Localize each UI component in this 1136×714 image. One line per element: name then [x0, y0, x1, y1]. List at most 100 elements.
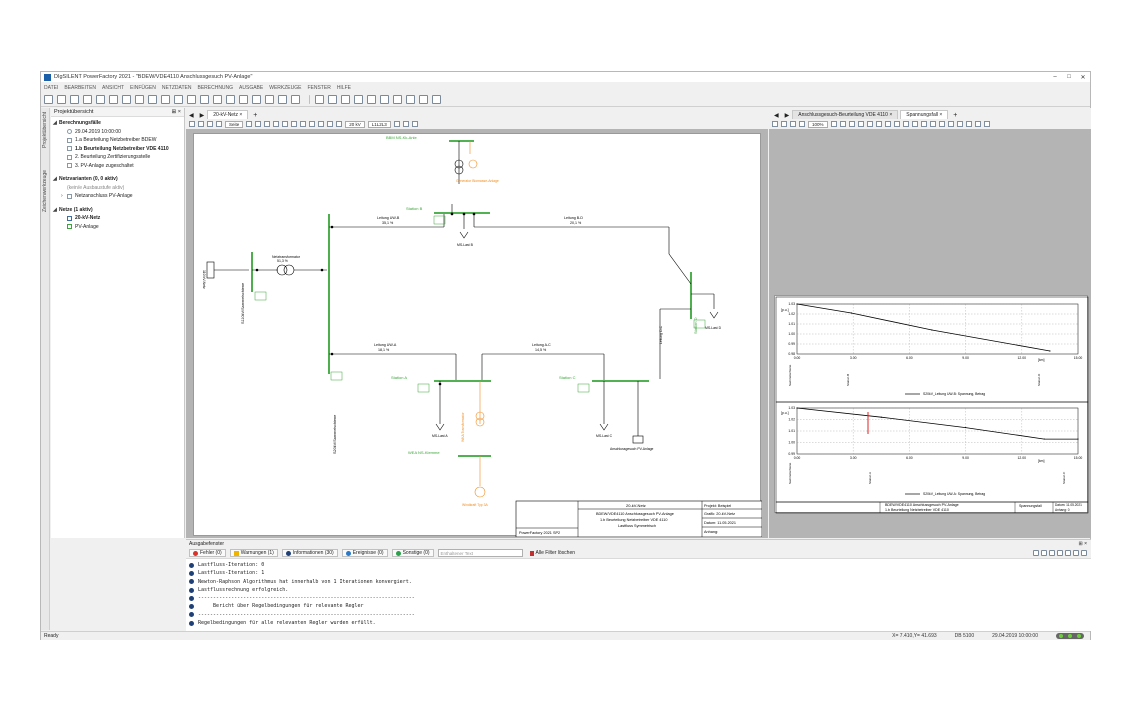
- menu-bearbeiten[interactable]: BEARBEITEN: [64, 85, 96, 91]
- report-icon[interactable]: [1057, 550, 1063, 556]
- scale-icon[interactable]: [911, 121, 918, 127]
- undo-icon[interactable]: [252, 95, 261, 104]
- pan-icon[interactable]: [839, 121, 846, 127]
- clock-icon[interactable]: [96, 95, 105, 104]
- plot-icon[interactable]: [341, 95, 350, 104]
- breaker-dot[interactable]: [438, 382, 442, 386]
- tree-nets-header[interactable]: ◢ Netze (1 aktiv): [53, 206, 184, 215]
- page-select[interactable]: Seite: [225, 120, 244, 128]
- grid-icon[interactable]: [57, 95, 66, 104]
- zoom-out-icon[interactable]: [216, 121, 222, 127]
- minimize-button[interactable]: –: [1048, 74, 1062, 80]
- data-manager-icon[interactable]: [70, 95, 79, 104]
- menu-einfuegen[interactable]: EINFÜGEN: [130, 85, 156, 91]
- chart-icon[interactable]: [866, 121, 873, 127]
- layers-icon[interactable]: [327, 121, 334, 127]
- tab-zeichenwerkzeuge[interactable]: Zeichenwerkzeuge: [42, 170, 48, 212]
- menu-werkzeuge[interactable]: WERKZEUGE: [269, 85, 301, 91]
- save-icon[interactable]: [1041, 550, 1047, 556]
- bulb-icon[interactable]: [419, 95, 428, 104]
- filter-warnings-button[interactable]: Warnungen (1): [229, 549, 278, 557]
- stop-icon[interactable]: [226, 95, 235, 104]
- tree-net-item[interactable]: PV-Anlage: [53, 223, 184, 232]
- settings-icon[interactable]: [947, 121, 954, 127]
- axis-icon[interactable]: [875, 121, 882, 127]
- zoom-rect-icon[interactable]: [273, 121, 280, 127]
- breaker-dot[interactable]: [472, 212, 476, 216]
- reset-icon[interactable]: [239, 95, 248, 104]
- cursor-icon[interactable]: [902, 121, 909, 127]
- output-pin[interactable]: ⊞ ×: [1079, 540, 1092, 548]
- graph-icon[interactable]: [367, 95, 376, 104]
- layout-icon[interactable]: [920, 121, 927, 127]
- study-case-icon[interactable]: [83, 95, 92, 104]
- chart-icon[interactable]: [328, 95, 337, 104]
- refresh-icon[interactable]: [198, 121, 204, 127]
- grid-toggle-icon[interactable]: [291, 95, 300, 104]
- harmonics-icon[interactable]: [187, 95, 196, 104]
- line-chart-icon[interactable]: [406, 95, 415, 104]
- wind-generator-icon[interactable]: [474, 486, 486, 498]
- report-icon[interactable]: [200, 95, 209, 104]
- add-tab-icon[interactable]: +: [250, 112, 260, 119]
- external-grid-icon[interactable]: [206, 261, 215, 279]
- nav-back-icon[interactable]: ◀: [771, 112, 782, 119]
- load-icon[interactable]: [709, 311, 719, 319]
- find-icon[interactable]: [1073, 550, 1079, 556]
- panel-pin[interactable]: ⊞ ×: [172, 108, 184, 116]
- tree-variants-header[interactable]: ◢ Netzvarianten (0, 0 aktiv): [53, 175, 184, 184]
- breaker-dot[interactable]: [462, 212, 466, 216]
- load-flow-icon[interactable]: [122, 95, 131, 104]
- tree-calc-header[interactable]: ◢ Berechnungsfälle: [53, 119, 184, 128]
- print-icon[interactable]: [291, 121, 298, 127]
- layout-icon[interactable]: [282, 121, 289, 127]
- nav-back-icon[interactable]: ◀: [186, 112, 197, 119]
- grid-icon[interactable]: [929, 121, 936, 127]
- simulation-icon[interactable]: [174, 95, 183, 104]
- new-icon[interactable]: [393, 121, 400, 127]
- menu-netzdaten[interactable]: NETZDATEN: [162, 85, 192, 91]
- settings-icon[interactable]: [1033, 550, 1039, 556]
- table-icon[interactable]: [938, 121, 945, 127]
- grid-icon[interactable]: [318, 121, 325, 127]
- copy-icon[interactable]: [956, 121, 963, 127]
- load-icon[interactable]: [599, 423, 609, 431]
- breaker-dot[interactable]: [330, 352, 334, 356]
- line-b-d[interactable]: [668, 253, 692, 285]
- plot-sheet[interactable]: BDEW/VDE4110 Anschlussgesuch PV-Anlage 1…: [774, 295, 1089, 514]
- tree-calc-item[interactable]: 1.a Beurteilung Netzbetreiber BDEW: [53, 136, 184, 145]
- tree-calc-item[interactable]: 2. Beurteilung Zertifizierungsstelle: [53, 153, 184, 162]
- tab-20kv-netz[interactable]: 20-kV-Netz ×: [207, 110, 249, 119]
- clear-filters-button[interactable]: Alle Filter löschen: [527, 549, 578, 557]
- select-icon[interactable]: [830, 121, 837, 127]
- edit-icon[interactable]: [402, 121, 409, 127]
- maximize-button[interactable]: □: [1062, 74, 1076, 80]
- breaker-dot[interactable]: [320, 268, 324, 272]
- filter-text-input[interactable]: Enthaltener Text: [437, 549, 523, 557]
- color-icon[interactable]: [309, 121, 316, 127]
- calc-icon[interactable]: [161, 95, 170, 104]
- split-icon[interactable]: [974, 121, 981, 127]
- window-icon[interactable]: [965, 121, 972, 127]
- menu-ansicht[interactable]: ANSICHT: [102, 85, 124, 91]
- select-icon[interactable]: [255, 121, 262, 127]
- tree-calc-item[interactable]: 3. PV-Anlage zugeschaltet: [53, 162, 184, 171]
- protection-icon[interactable]: [148, 95, 157, 104]
- filter-icon[interactable]: [393, 95, 402, 104]
- tab-projektuebersicht[interactable]: Projektübersicht: [42, 112, 48, 148]
- copy-icon[interactable]: [1049, 550, 1055, 556]
- tree-calc-item[interactable]: 29.04.2019 10:00:00: [53, 128, 184, 137]
- filter-info-button[interactable]: Informationen (30): [281, 549, 338, 557]
- tree-variant-item[interactable]: › Netzanschluss PV-Anlage: [53, 192, 184, 201]
- print-icon[interactable]: [1065, 550, 1071, 556]
- user-icon[interactable]: [265, 95, 274, 104]
- dropdown-icon[interactable]: [315, 95, 324, 104]
- tree-net-item[interactable]: 20-kV-Netz: [53, 214, 184, 223]
- project-icon[interactable]: [44, 95, 53, 104]
- pv-icon[interactable]: [632, 435, 644, 444]
- generator-icon[interactable]: [468, 159, 478, 169]
- tree-variant-item[interactable]: (kein/e Ausbaustufe aktiv): [53, 184, 184, 193]
- zoom-in-icon[interactable]: [207, 121, 213, 127]
- export-icon[interactable]: [300, 121, 307, 127]
- diagram-sheet[interactable]: 110 kV-Netz S110kV/Sammelschiene Netztra…: [193, 133, 763, 538]
